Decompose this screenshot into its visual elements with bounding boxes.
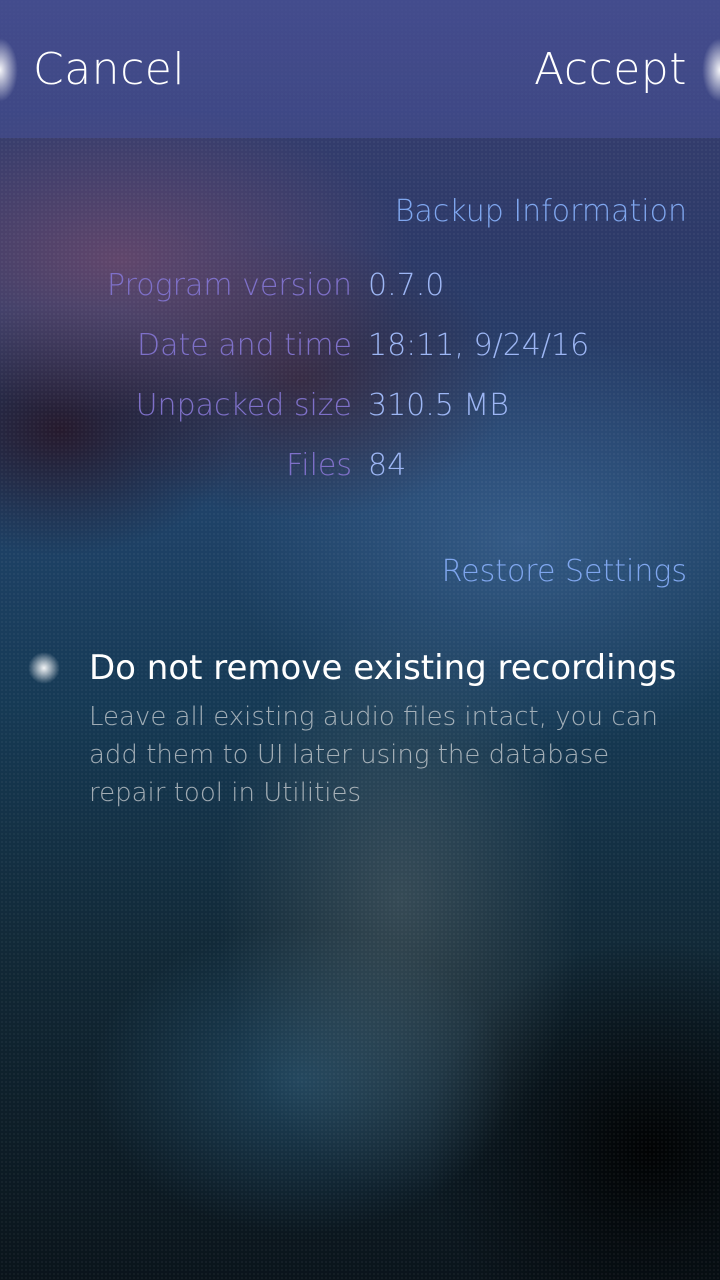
switch-indicator-icon xyxy=(28,652,60,684)
info-row-unpacked-size: Unpacked size 310.5 MB xyxy=(0,388,720,438)
pulley-glow-right-icon xyxy=(702,38,720,102)
restore-settings-header: Restore Settings xyxy=(441,554,687,589)
info-row-files: Files 84 xyxy=(0,448,720,498)
cancel-button[interactable]: Cancel xyxy=(33,40,185,100)
info-row-date-and-time: Date and time 18:11, 9/24/16 xyxy=(0,328,720,378)
keep-recordings-switch[interactable]: Do not remove existing recordings Leave … xyxy=(0,640,720,820)
info-label: Unpacked size xyxy=(135,388,352,423)
info-row-program-version: Program version 0.7.0 xyxy=(0,268,720,318)
pulley-glow-left-icon xyxy=(0,38,18,102)
accept-button[interactable]: Accept xyxy=(534,40,687,100)
backup-information-header: Backup Information xyxy=(394,194,687,229)
info-label: Files xyxy=(286,448,352,483)
switch-title: Do not remove existing recordings xyxy=(89,648,677,688)
switch-description: Leave all existing audio files intact, y… xyxy=(89,702,659,808)
info-value: 310.5 MB xyxy=(368,388,509,423)
info-label: Program version xyxy=(107,268,352,303)
info-value: 18:11, 9/24/16 xyxy=(368,328,590,363)
info-label: Date and time xyxy=(137,328,352,363)
info-value: 84 xyxy=(368,448,407,483)
info-value: 0.7.0 xyxy=(368,268,445,303)
